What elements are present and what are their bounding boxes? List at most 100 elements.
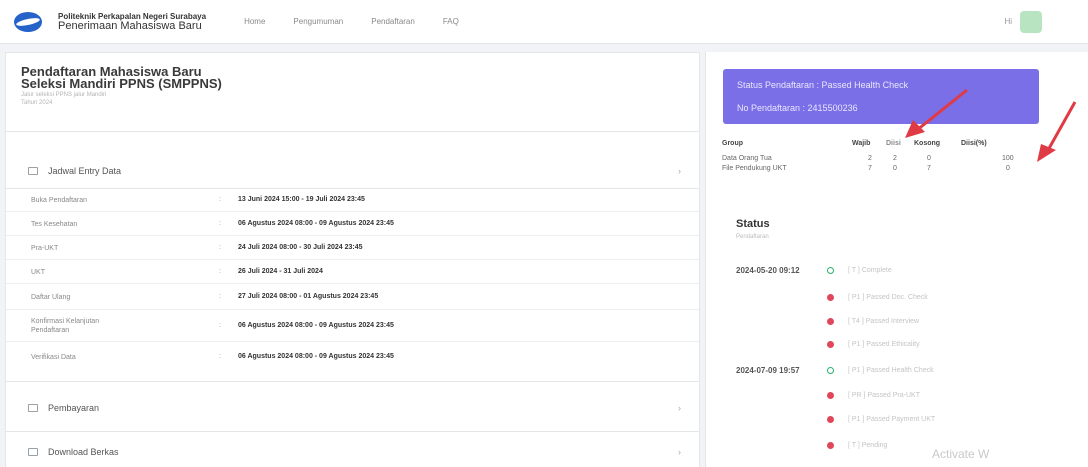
section-jadwal-entry-data[interactable]: Jadwal Entry Data › — [6, 156, 699, 186]
table-cell: 7 — [868, 165, 872, 172]
timeline-entry: [ T4 ] Passed Interview — [848, 318, 920, 325]
table-cell: 0 — [893, 165, 897, 172]
page-description: Jalur seleksi PPNS jalur Mandiri Tahun 2… — [21, 91, 151, 107]
divider — [6, 188, 699, 189]
table-header-diisi-percent: Diisi(%) — [961, 140, 987, 147]
table-cell: Data Orang Tua — [722, 155, 772, 162]
timeline-dot — [827, 294, 834, 301]
timeline-entry: [ P1 ] Passed Health Check — [848, 367, 934, 374]
schedule-label: Buka Pendaftaran — [31, 197, 88, 204]
brand[interactable]: Politeknik Perkapalan Negeri Surabaya Pe… — [58, 12, 206, 32]
timeline-entry: [ P1 ] Passed Doc. Check — [848, 294, 928, 301]
section-jadwal-label: Jadwal Entry Data — [48, 166, 122, 176]
row-divider — [6, 341, 699, 342]
timeline-dot-complete — [827, 267, 834, 274]
colon: : — [219, 322, 221, 329]
table-cell: 100 — [1002, 155, 1014, 162]
brand-title: Penerimaan Mahasiswa Baru — [58, 19, 202, 32]
table-cell: 7 — [927, 165, 931, 172]
status-title: Status — [736, 218, 770, 230]
nav-link-pengumuman[interactable]: Pengumuman — [293, 17, 343, 26]
timeline-dot — [827, 392, 834, 399]
table-cell: 2 — [868, 155, 872, 162]
timeline-dot — [827, 341, 834, 348]
schedule-label: Daftar Ulang — [31, 294, 71, 301]
timeline-entry: [ T ] Pending — [848, 442, 888, 449]
colon: : — [219, 268, 221, 275]
calendar-icon — [28, 167, 38, 175]
schedule-label: Konfirmasi Kelanjutan Pendaftaran — [31, 318, 100, 334]
schedule-value: 27 Juli 2024 08:00 - 01 Agustus 2024 23:… — [238, 293, 379, 300]
timeline-dot — [827, 442, 834, 449]
table-cell: 0 — [1006, 165, 1010, 172]
credit-card-icon — [28, 404, 38, 412]
page-description-line1: Jalur seleksi PPNS jalur Mandiri — [21, 92, 107, 98]
nav-link-pendaftaran[interactable]: Pendaftaran — [371, 17, 415, 26]
nav-links: Home Pengumuman Pendaftaran FAQ — [244, 17, 487, 26]
chevron-right-icon[interactable]: › — [678, 447, 681, 457]
schedule-value: 06 Agustus 2024 08:00 - 09 Agustus 2024 … — [238, 353, 394, 360]
table-cell: File Pendukung UKT — [722, 165, 787, 172]
page-title-line2: Seleksi Mandiri PPNS (SMPPNS) — [21, 76, 222, 91]
table-header-diisi: Diisi — [886, 140, 901, 147]
schedule-value: 24 Juli 2024 08:00 - 30 Juli 2024 23:45 — [238, 244, 363, 251]
row-divider — [6, 309, 699, 310]
timeline-entry: [ PR ] Passed Pra-UKT — [848, 392, 920, 399]
chevron-right-icon[interactable]: › — [678, 403, 681, 413]
registration-status-text: Status Pendaftaran : Passed Health Check — [737, 80, 909, 90]
table-header-group: Group — [722, 140, 743, 147]
schedule-label: Verifikasi Data — [31, 354, 76, 361]
section-download-berkas[interactable]: Download Berkas › — [6, 437, 699, 467]
avatar[interactable] — [1020, 10, 1042, 33]
annotation-arrow-icon — [1037, 101, 1077, 162]
section-download-label: Download Berkas — [48, 447, 119, 457]
top-navbar: Politeknik Perkapalan Negeri Surabaya Pe… — [0, 0, 1088, 44]
table-header-wajib: Wajib — [852, 140, 871, 147]
timeline-dot-complete — [827, 367, 834, 374]
user-greeting: Hi — [1004, 17, 1012, 26]
status-subtitle: Pendaftaran — [736, 234, 769, 240]
user-menu[interactable]: Hi — [1004, 10, 1042, 33]
timeline-entry: [ P1 ] Passed Payment UKT — [848, 416, 936, 423]
page-description-line2: Tahun 2024 — [21, 100, 53, 106]
registration-status-card: Status Pendaftaran : Passed Health Check… — [723, 69, 1039, 124]
divider — [6, 131, 699, 132]
section-pembayaran-label: Pembayaran — [48, 403, 100, 413]
schedule-value: 26 Juli 2024 - 31 Juli 2024 — [238, 268, 323, 275]
timeline-date: 2024-07-09 19:57 — [736, 366, 800, 375]
nav-link-home[interactable]: Home — [244, 17, 265, 26]
nav-link-faq[interactable]: FAQ — [443, 17, 459, 26]
row-divider — [6, 235, 699, 236]
table-header-kosong: Kosong — [914, 140, 941, 147]
schedule-value: 06 Agustus 2024 08:00 - 09 Agustus 2024 … — [238, 322, 394, 329]
table-cell: 0 — [927, 155, 931, 162]
document-icon — [28, 448, 38, 456]
activate-windows-watermark: Activate W — [932, 447, 990, 461]
colon: : — [219, 196, 221, 203]
timeline-entry: [ T ] Complete — [848, 267, 892, 274]
schedule-label: Pra-UKT — [31, 245, 59, 252]
chevron-right-icon[interactable]: › — [678, 166, 681, 176]
ppns-logo-icon[interactable] — [12, 10, 44, 34]
timeline-date: 2024-05-20 09:12 — [736, 266, 800, 275]
divider — [6, 381, 699, 382]
timeline-entry: [ P1 ] Passed Ethicality — [848, 341, 920, 348]
schedule-value: 13 Juni 2024 15:00 - 19 Juli 2024 23:45 — [238, 196, 365, 203]
page-title: Pendaftaran Mahasiswa Baru Seleksi Mandi… — [21, 65, 281, 91]
schedule-label: Tes Kesehatan — [31, 221, 78, 228]
colon: : — [219, 244, 221, 251]
row-divider — [6, 211, 699, 212]
annotation-arrow-icon — [905, 88, 968, 138]
registration-panel: Pendaftaran Mahasiswa Baru Seleksi Mandi… — [5, 52, 700, 467]
divider — [6, 431, 699, 432]
timeline-dot — [827, 416, 834, 423]
row-divider — [6, 283, 699, 284]
section-pembayaran[interactable]: Pembayaran › — [6, 393, 699, 423]
registration-number-text: No Pendaftaran : 2415500236 — [737, 103, 858, 113]
colon: : — [219, 353, 221, 360]
schedule-value: 06 Agustus 2024 08:00 - 09 Agustus 2024 … — [238, 220, 394, 227]
schedule-label: UKT — [31, 269, 45, 276]
colon: : — [219, 220, 221, 227]
row-divider — [6, 259, 699, 260]
colon: : — [219, 293, 221, 300]
